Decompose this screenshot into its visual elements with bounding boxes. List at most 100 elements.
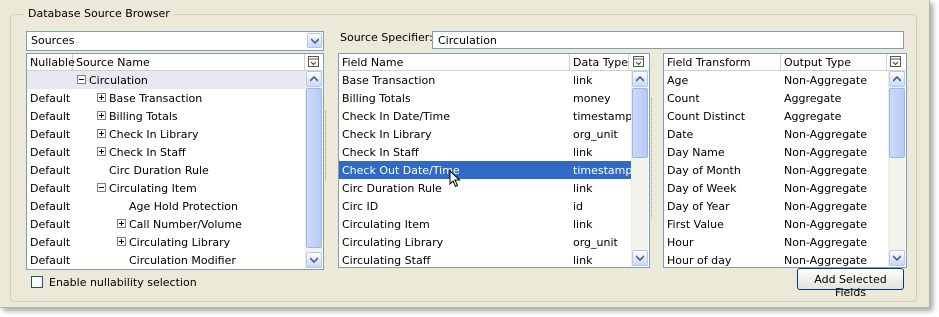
column-header-field-transform[interactable]: Field Transform bbox=[664, 54, 781, 70]
transform-row[interactable]: Count Distinct Aggregate bbox=[664, 107, 888, 125]
tree-row[interactable]: Default Circulating Library bbox=[27, 233, 305, 251]
nullable-value[interactable]: Default bbox=[30, 110, 70, 123]
expand-icon[interactable] bbox=[117, 219, 126, 228]
tree-row[interactable]: Circulation bbox=[27, 71, 305, 89]
tree-row[interactable]: Default Circulating Item bbox=[27, 179, 305, 197]
column-header-nullable[interactable]: Nullable bbox=[27, 54, 75, 70]
tree-row[interactable]: Default Age Hold Protection bbox=[27, 197, 305, 215]
column-header-output-type[interactable]: Output Type bbox=[781, 54, 887, 70]
transform-row[interactable]: First Value Non-Aggregate bbox=[664, 215, 888, 233]
transform-row[interactable]: Age Non-Aggregate bbox=[664, 71, 888, 89]
source-specifier-field[interactable]: Circulation bbox=[432, 31, 904, 49]
transform-type: Non-Aggregate bbox=[784, 236, 867, 249]
transform-row[interactable]: Day of Month Non-Aggregate bbox=[664, 161, 888, 179]
field-type: link bbox=[573, 182, 593, 195]
column-header-source-name[interactable]: Source Name bbox=[73, 54, 305, 70]
column-picker-icon[interactable] bbox=[633, 56, 644, 70]
column-picker-icon[interactable] bbox=[308, 56, 319, 70]
transform-type: Non-Aggregate bbox=[784, 164, 867, 177]
expand-icon[interactable] bbox=[97, 129, 106, 138]
source-name: Circulation Modifier bbox=[129, 254, 236, 267]
field-name: Circulating Item bbox=[342, 218, 430, 231]
transform-row[interactable]: Date Non-Aggregate bbox=[664, 125, 888, 143]
field-row[interactable]: Circ Duration Rule link bbox=[339, 179, 631, 197]
collapse-icon[interactable] bbox=[97, 183, 106, 192]
expand-icon[interactable] bbox=[97, 93, 106, 102]
field-row[interactable]: Circ ID id bbox=[339, 197, 631, 215]
splitter-grip bbox=[651, 98, 655, 218]
transform-row[interactable]: Hour Non-Aggregate bbox=[664, 233, 888, 251]
nullable-value[interactable]: Default bbox=[30, 164, 70, 177]
expand-icon[interactable] bbox=[97, 147, 106, 156]
column-header-field-name[interactable]: Field Name bbox=[339, 54, 570, 70]
field-table-scrollbar[interactable] bbox=[631, 71, 648, 266]
tree-row[interactable]: Default Call Number/Volume bbox=[27, 215, 305, 233]
transform-name: Hour bbox=[667, 236, 694, 249]
column-picker-icon[interactable] bbox=[890, 56, 901, 70]
transform-row[interactable]: Hour of day Non-Aggregate bbox=[664, 251, 888, 267]
sources-combo[interactable]: Sources bbox=[26, 31, 324, 51]
transform-table-scrollbar[interactable] bbox=[888, 71, 905, 266]
transform-name: Day of Year bbox=[667, 200, 730, 213]
field-row[interactable]: Billing Totals money bbox=[339, 89, 631, 107]
combo-arrow-icon[interactable] bbox=[307, 33, 322, 48]
source-name: Circulating Library bbox=[129, 236, 231, 249]
transform-row[interactable]: Day of Year Non-Aggregate bbox=[664, 197, 888, 215]
nullable-value[interactable]: Default bbox=[30, 92, 70, 105]
field-type: timestamp bbox=[573, 164, 633, 177]
enable-nullability-checkbox[interactable] bbox=[31, 276, 43, 288]
transform-name: Hour of day bbox=[667, 254, 732, 267]
transform-type: Non-Aggregate bbox=[784, 254, 867, 267]
add-selected-fields-button[interactable]: Add Selected Fields bbox=[797, 268, 904, 299]
field-row[interactable]: Base Transaction link bbox=[339, 71, 631, 89]
scroll-thumb[interactable] bbox=[889, 88, 905, 158]
tree-row[interactable]: Default Check In Library bbox=[27, 125, 305, 143]
scroll-down-icon[interactable] bbox=[889, 250, 905, 266]
field-row[interactable]: Check In Date/Time timestamp bbox=[339, 107, 633, 125]
field-row[interactable]: Circulating Item link bbox=[339, 215, 631, 233]
nullable-value[interactable]: Default bbox=[30, 236, 70, 249]
nullable-value[interactable]: Default bbox=[30, 200, 70, 213]
scroll-up-icon[interactable] bbox=[306, 71, 322, 87]
scroll-up-icon[interactable] bbox=[889, 71, 905, 87]
mouse-pointer-icon bbox=[449, 170, 461, 188]
scroll-thumb[interactable] bbox=[306, 88, 322, 248]
nullable-value[interactable]: Default bbox=[30, 146, 70, 159]
column-header-data-type[interactable]: Data Type bbox=[570, 54, 629, 70]
transform-name: Age bbox=[667, 74, 689, 87]
left-splitter[interactable] bbox=[324, 31, 330, 291]
transform-name: Day Name bbox=[667, 146, 725, 159]
expand-icon[interactable] bbox=[97, 111, 106, 120]
field-name: Check In Date/Time bbox=[342, 110, 450, 123]
nullable-value[interactable]: Default bbox=[30, 182, 70, 195]
transform-row[interactable]: Day of Week Non-Aggregate bbox=[664, 179, 888, 197]
transform-type: Non-Aggregate bbox=[784, 218, 867, 231]
field-row[interactable]: Check In Staff link bbox=[339, 143, 631, 161]
transform-row[interactable]: Count Aggregate bbox=[664, 89, 888, 107]
expand-icon[interactable] bbox=[117, 237, 126, 246]
right-splitter[interactable] bbox=[650, 53, 656, 268]
field-type: link bbox=[573, 218, 593, 231]
field-row[interactable]: Circulating Staff link bbox=[339, 251, 631, 267]
field-type: timestamp bbox=[573, 110, 633, 123]
nullable-value[interactable]: Default bbox=[30, 254, 70, 267]
scroll-down-icon[interactable] bbox=[306, 252, 322, 268]
tree-row[interactable]: Default Billing Totals bbox=[27, 107, 305, 125]
tree-row[interactable]: Default Base Transaction bbox=[27, 89, 305, 107]
transform-name: Day of Week bbox=[667, 182, 737, 195]
tree-row[interactable]: Default Circ Duration Rule bbox=[27, 161, 305, 179]
transform-row[interactable]: Day Name Non-Aggregate bbox=[664, 143, 888, 161]
scroll-down-icon[interactable] bbox=[632, 250, 648, 266]
tree-row[interactable]: Default Circulation Modifier bbox=[27, 251, 305, 269]
nullable-value[interactable]: Default bbox=[30, 218, 70, 231]
field-row[interactable]: Check Out Date/Time timestamp bbox=[339, 161, 633, 179]
nullable-value[interactable]: Default bbox=[30, 128, 70, 141]
scroll-thumb[interactable] bbox=[632, 88, 648, 158]
scroll-up-icon[interactable] bbox=[632, 71, 648, 87]
source-tree-scrollbar[interactable] bbox=[305, 71, 322, 268]
field-row[interactable]: Circulating Library org_unit bbox=[339, 233, 631, 251]
field-row[interactable]: Check In Library org_unit bbox=[339, 125, 631, 143]
collapse-icon[interactable] bbox=[77, 75, 86, 84]
field-name: Billing Totals bbox=[342, 92, 411, 105]
tree-row[interactable]: Default Check In Staff bbox=[27, 143, 305, 161]
